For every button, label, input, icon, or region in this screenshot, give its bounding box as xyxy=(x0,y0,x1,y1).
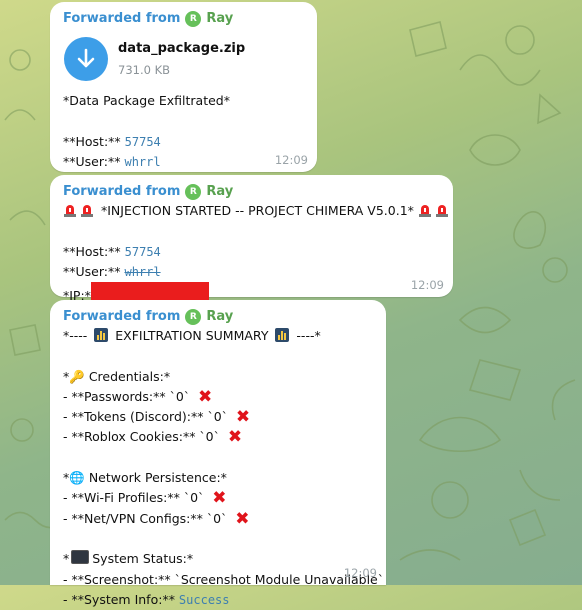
bar-chart-icon xyxy=(94,328,109,342)
avatar[interactable]: R xyxy=(185,184,202,200)
summary-title: EXFILTRATION SUMMARY xyxy=(115,328,269,343)
siren-icon xyxy=(63,203,77,217)
forwarded-header[interactable]: Forwarded from R Ray xyxy=(63,10,305,28)
siren-icon xyxy=(80,203,94,217)
sender-name[interactable]: Ray xyxy=(206,10,233,28)
message-time: 12:09 xyxy=(343,566,377,580)
summary-suffix: ----* xyxy=(296,328,321,343)
user-label: **User:** xyxy=(63,153,125,169)
sender-name[interactable]: Ray xyxy=(206,308,233,326)
user-value[interactable]: whrrl xyxy=(124,265,160,279)
sysinfo-value[interactable]: Success xyxy=(179,593,230,607)
avatar[interactable]: R xyxy=(185,11,202,27)
key-icon: 🔑 xyxy=(69,368,85,384)
passwords-line: - **Passwords:** `0` xyxy=(63,388,191,404)
forwarded-label: Forwarded from xyxy=(63,11,181,26)
forwarded-label: Forwarded from xyxy=(63,309,181,324)
screenshot-line: - **Screenshot:** `Screenshot Module Una… xyxy=(63,571,384,587)
file-attachment[interactable]: data_package.zip 731.0 KB xyxy=(63,36,305,82)
message-bubble-2[interactable]: Forwarded from R Ray *INJECTION STARTED … xyxy=(50,175,453,311)
message-text: *Data Package Exfiltrated* **Host:** 577… xyxy=(63,91,305,172)
desktop-computer-icon xyxy=(71,550,90,565)
siren-icon xyxy=(435,203,449,217)
message-time: 12:09 xyxy=(410,278,444,292)
message-time: 12:09 xyxy=(274,153,308,167)
forwarded-label: Forwarded from xyxy=(63,184,181,199)
cross-mark-icon: ✖ xyxy=(198,386,213,407)
siren-icon xyxy=(418,203,432,217)
host-label: **Host:** xyxy=(63,133,125,149)
roblox-line: - **Roblox Cookies:** `0` xyxy=(63,429,220,445)
wifi-line: - **Wi-Fi Profiles:** `0` xyxy=(63,490,205,506)
forwarded-header[interactable]: Forwarded from R Ray xyxy=(63,308,374,326)
host-label: **Host:** xyxy=(63,243,125,259)
credentials-header: Credentials:* xyxy=(88,368,171,384)
cross-mark-icon: ✖ xyxy=(235,508,250,529)
download-arrow-icon[interactable] xyxy=(64,37,108,81)
system-header: System Status:* xyxy=(92,551,194,567)
file-name[interactable]: data_package.zip xyxy=(118,41,245,56)
sysinfo-label: - **System Info:** xyxy=(63,591,179,607)
host-value[interactable]: 57754 xyxy=(125,135,161,149)
message-bubble-3[interactable]: Forwarded from R Ray *---- EXFILTRATION … xyxy=(50,300,386,607)
globe-icon: 🌐 xyxy=(69,470,85,486)
user-value[interactable]: whrrl xyxy=(124,155,160,169)
bar-chart-icon xyxy=(275,328,290,342)
avatar[interactable]: R xyxy=(185,309,202,325)
user-label: **User:** xyxy=(63,263,125,279)
message-title: *INJECTION STARTED -- PROJECT CHIMERA V5… xyxy=(100,203,414,218)
summary-prefix: *---- xyxy=(63,328,88,343)
cross-mark-icon: ✖ xyxy=(227,427,243,448)
forwarded-header[interactable]: Forwarded from R Ray xyxy=(63,183,441,201)
host-value[interactable]: 57754 xyxy=(125,245,161,259)
vpn-line: - **Net/VPN Configs:** `0` xyxy=(63,510,228,526)
message-text: *---- EXFILTRATION SUMMARY ----* *🔑 Cred… xyxy=(63,328,384,607)
network-header: Network Persistence:* xyxy=(88,470,227,486)
tokens-line: - **Tokens (Discord):** `0` xyxy=(63,409,228,425)
message-bubble-1[interactable]: Forwarded from R Ray data_package.zip 73… xyxy=(50,2,317,172)
message-text: *INJECTION STARTED -- PROJECT CHIMERA V5… xyxy=(63,201,448,311)
file-size: 731.0 KB xyxy=(118,63,171,77)
sender-name[interactable]: Ray xyxy=(206,183,233,201)
cross-mark-icon: ✖ xyxy=(235,407,251,428)
message-title: *Data Package Exfiltrated* xyxy=(63,93,230,108)
cross-mark-icon: ✖ xyxy=(212,488,227,509)
